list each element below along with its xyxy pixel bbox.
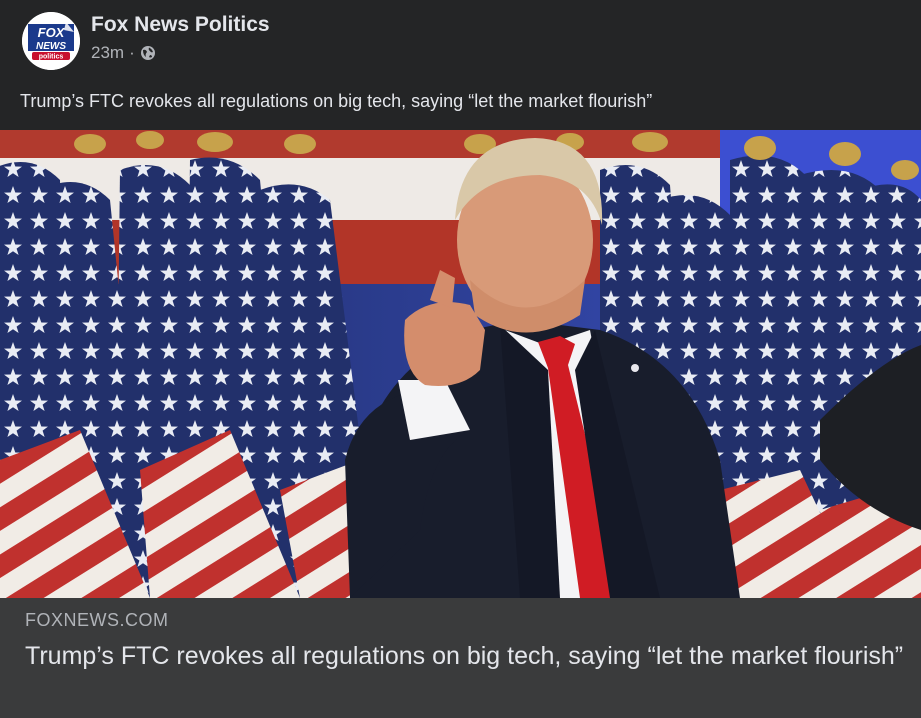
post-caption: Trump’s FTC revokes all regulations on b… (20, 91, 653, 111)
logo-bottom-text: politics (39, 54, 64, 61)
globe-icon (140, 45, 156, 61)
page-name[interactable]: Fox News Politics (91, 13, 270, 37)
meta-separator: · (129, 43, 135, 62)
post-header: FOX NEWS politics Fox News Politics 23m … (0, 0, 921, 82)
link-preview[interactable]: FOXNEWS.COM Trump’s FTC revokes all regu… (0, 598, 921, 718)
link-title[interactable]: Trump’s FTC revokes all regulations on b… (25, 640, 905, 672)
post-meta: 23m · (91, 43, 156, 63)
logo-middle-text: NEWS (36, 41, 66, 52)
post-image[interactable] (0, 130, 921, 598)
fox-news-logo: FOX NEWS politics (22, 12, 80, 70)
link-domain: FOXNEWS.COM (25, 610, 169, 630)
avatar[interactable]: FOX NEWS politics (22, 12, 80, 70)
post-timestamp[interactable]: 23m (91, 43, 124, 63)
logo-top-text: FOX (38, 25, 66, 40)
feed-post: FOX NEWS politics Fox News Politics 23m … (0, 0, 921, 718)
